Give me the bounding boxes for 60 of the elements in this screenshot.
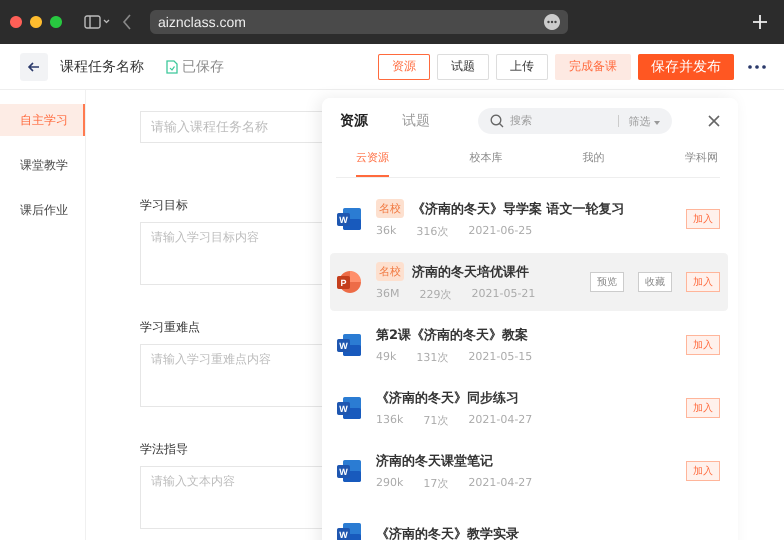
file-size: 290k bbox=[376, 476, 404, 490]
back-button[interactable] bbox=[20, 52, 48, 80]
source-tab[interactable]: 校本库 bbox=[469, 139, 502, 177]
upload-date: 2021-05-15 bbox=[468, 350, 532, 364]
new-tab-icon[interactable] bbox=[753, 15, 767, 29]
badge: 名校 bbox=[376, 199, 404, 218]
resource-row[interactable]: W 第2课《济南的冬天》教案 49k 131次 2021-05-15 加入 bbox=[330, 316, 728, 374]
resource-row[interactable]: P 名校 济南的冬天培优课件 36M 229次 2021-05-21 预览 收藏 加入 bbox=[330, 253, 728, 311]
back-nav-icon[interactable] bbox=[122, 14, 132, 30]
resource-row[interactable]: W 《济南的冬天》同步练习 136k 71次 2021-04-27 加入 bbox=[330, 379, 728, 437]
arrow-left-icon bbox=[28, 62, 40, 72]
save-status: 已保存 bbox=[182, 58, 224, 76]
action-button[interactable]: 预览 bbox=[590, 272, 624, 292]
sidebar-item[interactable]: 课堂教学 bbox=[0, 149, 85, 181]
resource-title[interactable]: 济南的冬天课堂笔记 bbox=[376, 452, 493, 470]
file-size: 36M bbox=[376, 287, 400, 302]
file-size: 136k bbox=[376, 412, 404, 428]
search-icon bbox=[490, 114, 504, 128]
caret-icon bbox=[654, 120, 660, 124]
resource-row[interactable]: W 《济南的冬天》教学实录 bbox=[330, 505, 728, 540]
upload-date: 2021-06-25 bbox=[468, 224, 532, 239]
upload-date: 2021-04-27 bbox=[468, 476, 532, 490]
upload-date: 2021-05-21 bbox=[472, 287, 536, 302]
presentation-icon: P bbox=[336, 270, 362, 294]
field-label: 学习目标 bbox=[140, 197, 188, 214]
panel-tab[interactable]: 资源 bbox=[340, 112, 368, 130]
more-icon[interactable] bbox=[544, 14, 560, 30]
resource-title[interactable]: 《济南的冬天》教学实录 bbox=[376, 525, 519, 540]
resource-row[interactable]: W 名校 《济南的冬天》导学案 语文一轮复习 36k 316次 2021-06-25 加入 bbox=[330, 190, 728, 248]
sidebar-item[interactable]: 课后作业 bbox=[0, 194, 85, 226]
close-icon[interactable] bbox=[708, 115, 720, 127]
more-options-icon[interactable] bbox=[748, 64, 766, 68]
file-size: 36k bbox=[376, 224, 396, 239]
source-tab[interactable]: 学科网 bbox=[684, 139, 718, 177]
download-count: 131次 bbox=[416, 350, 448, 364]
address-bar[interactable]: aiznclass.com bbox=[150, 10, 568, 34]
upload-date: 2021-04-27 bbox=[468, 412, 532, 428]
minimize-window-icon[interactable] bbox=[30, 16, 42, 28]
maximize-window-icon[interactable] bbox=[50, 16, 62, 28]
task-title: 课程任务名称 bbox=[60, 58, 144, 76]
document-icon bbox=[166, 60, 178, 74]
download-count: 71次 bbox=[423, 412, 448, 428]
download-count: 229次 bbox=[420, 287, 452, 302]
toolbar-button[interactable]: 试题 bbox=[437, 54, 489, 80]
close-window-icon[interactable] bbox=[10, 16, 22, 28]
source-tab[interactable]: 我的 bbox=[582, 139, 605, 177]
action-button[interactable]: 收藏 bbox=[638, 272, 672, 292]
resource-title[interactable]: 《济南的冬天》导学案 语文一轮复习 bbox=[412, 200, 625, 218]
download-count: 316次 bbox=[416, 224, 448, 239]
resource-row[interactable]: W 济南的冬天课堂笔记 290k 17次 2021-04-27 加入 bbox=[330, 442, 728, 500]
field-label: 学习重难点 bbox=[140, 319, 200, 336]
resource-title[interactable]: 济南的冬天培优课件 bbox=[412, 262, 529, 280]
resource-title[interactable]: 《济南的冬天》同步练习 bbox=[376, 388, 519, 406]
sidebar-toggle-icon[interactable] bbox=[84, 15, 110, 29]
field-label: 学法指导 bbox=[140, 441, 188, 458]
file-size: 49k bbox=[376, 350, 396, 364]
download-count: 17次 bbox=[423, 476, 448, 490]
toolbar-button[interactable]: 上传 bbox=[496, 54, 548, 80]
badge: 名校 bbox=[376, 262, 404, 281]
resource-title[interactable]: 第2课《济南的冬天》教案 bbox=[376, 326, 528, 344]
